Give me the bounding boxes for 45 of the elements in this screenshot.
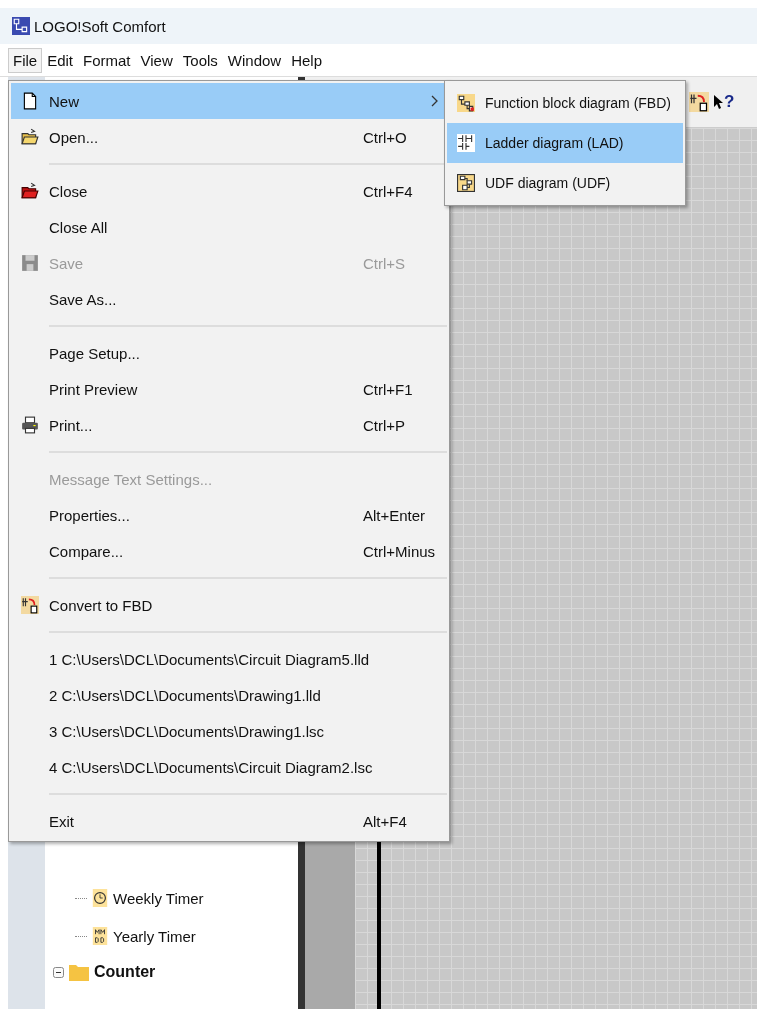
menu-item[interactable]: 1 C:\Users\DCL\Documents\Circuit Diagram5.lld — [11, 641, 447, 677]
folder-icon — [68, 962, 90, 982]
pointer-icon — [713, 92, 724, 112]
menu-item[interactable]: Convert to FBD — [11, 587, 447, 623]
menu-item[interactable]: Page Setup... — [11, 335, 447, 371]
window-title: LOGO!Soft Comfort — [34, 17, 166, 35]
menu-item[interactable]: File — [8, 47, 43, 73]
tree-item[interactable]: Counter — [94, 963, 156, 981]
menu-item[interactable]: Tools — [177, 47, 223, 73]
open-folder-icon — [21, 128, 39, 146]
submenu-item[interactable]: Function block diagram (FBD) — [447, 83, 683, 123]
clock-icon — [91, 889, 109, 907]
menu-item[interactable]: Print... Ctrl+P — [11, 407, 447, 443]
menu-item[interactable]: 2 C:\Users\DCL\Documents\Drawing1.lld — [11, 677, 447, 713]
collapse-toggle-icon[interactable] — [53, 966, 64, 978]
convert-icon — [689, 92, 709, 112]
menu-item[interactable]: Properties... Alt+Enter — [11, 497, 447, 533]
printer-icon — [21, 416, 39, 434]
submenu-item[interactable]: Ladder diagram (LAD) — [447, 123, 683, 163]
menu-item[interactable]: Help — [286, 47, 328, 73]
menu-item[interactable]: Print Preview Ctrl+F1 — [11, 371, 447, 407]
submenu-item[interactable]: UDF diagram (UDF) — [447, 163, 683, 203]
app-logo-icon — [12, 17, 30, 35]
tree-item[interactable]: Yearly Timer — [113, 927, 196, 945]
toolbar-button[interactable] — [688, 91, 710, 113]
menu-item[interactable]: Edit — [42, 47, 79, 73]
menu-item[interactable]: Save As... — [11, 281, 447, 317]
folder-icon — [21, 182, 39, 200]
menu-item[interactable]: Format — [78, 47, 136, 73]
menu-item[interactable]: View — [135, 47, 178, 73]
menu-item[interactable]: 4 C:\Users\DCL\Documents\Circuit Diagram2.lsc — [11, 749, 447, 785]
blank-page-icon — [21, 92, 39, 110]
menu-item[interactable]: New — [11, 83, 447, 119]
menu-item[interactable]: Window — [222, 47, 287, 73]
block-diagram-icon — [457, 174, 475, 192]
ladder-diagram-icon — [457, 134, 475, 152]
menu-item[interactable]: 3 C:\Users\DCL\Documents\Drawing1.lsc — [11, 713, 447, 749]
menu-item[interactable]: Compare... Ctrl+Minus — [11, 533, 447, 569]
tree-item[interactable]: Weekly Timer — [113, 889, 204, 907]
menu-item[interactable]: Close All — [11, 209, 447, 245]
help-button[interactable]: ? — [712, 91, 736, 113]
menu-item[interactable]: Exit Alt+F4 — [11, 803, 447, 839]
function-block-icon — [457, 94, 475, 112]
convert-icon — [21, 596, 39, 614]
calendar-icon — [91, 927, 109, 945]
